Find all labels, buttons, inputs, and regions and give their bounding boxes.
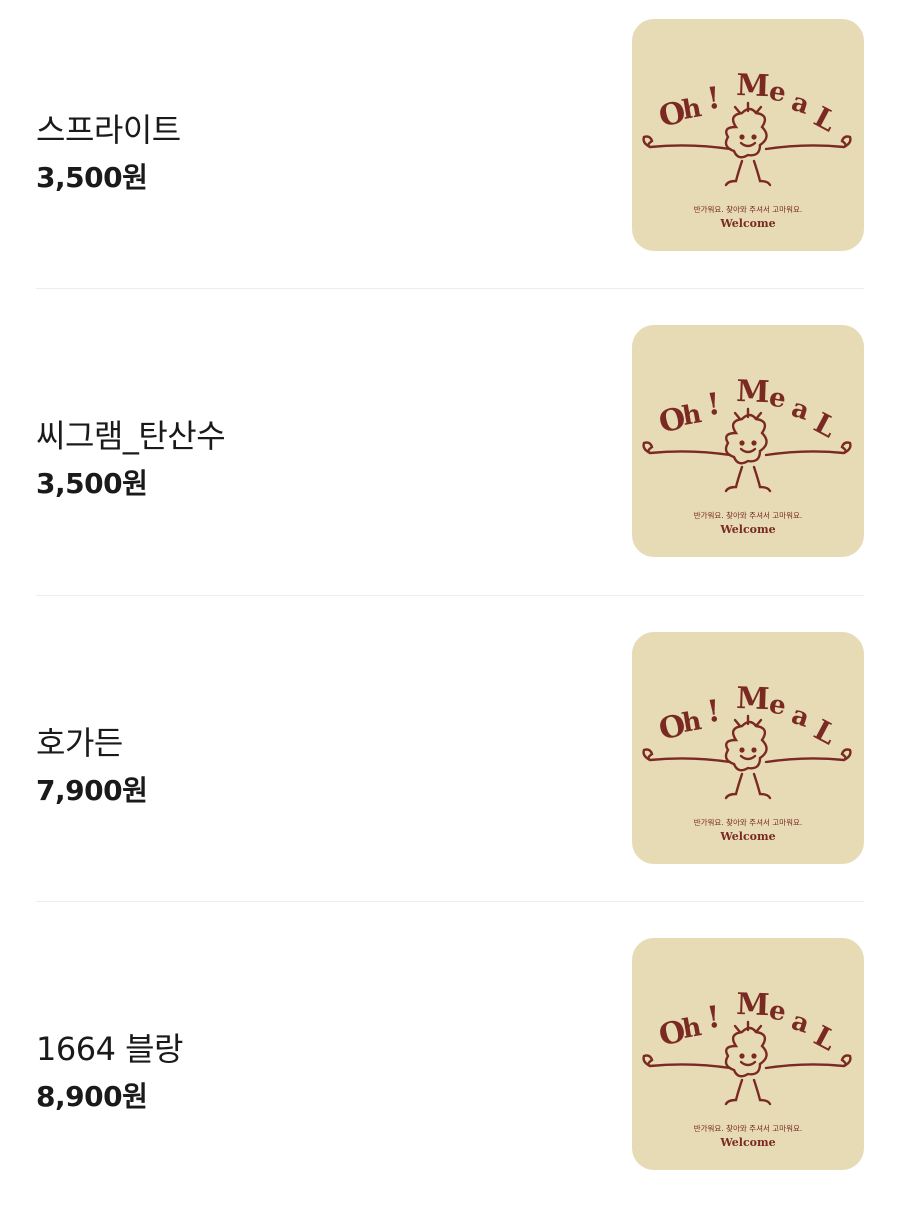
- svg-text:a: a: [788, 1006, 813, 1040]
- oh-meal-logo-image: O h ! M e a L 반가워요. 찾아와 주셔서 고마워요. Welcom…: [642, 681, 852, 843]
- menu-item-name: 1664 블랑: [36, 1030, 184, 1068]
- logo-tagline: 반가워요. 찾아와 주셔서 고마워요.: [694, 510, 803, 520]
- svg-text:a: a: [788, 393, 813, 427]
- svg-text:h: h: [680, 1012, 704, 1045]
- menu-item-price: 8,900원: [36, 1080, 148, 1113]
- svg-text:e: e: [767, 689, 789, 721]
- menu-item-info: 씨그램_탄산수 3,500원: [36, 306, 226, 612]
- oh-meal-logo-image: O h ! M e a L 반가워요. 찾아와 주셔서 고마워요. Welcom…: [642, 987, 852, 1149]
- svg-text:!: !: [705, 694, 722, 730]
- svg-text:M: M: [736, 374, 770, 410]
- oh-meal-logo-image: O h ! M e a L 반가워요. 찾아와 주셔서 고마워요. Welcom…: [642, 68, 852, 230]
- svg-text:e: e: [767, 382, 789, 414]
- svg-text:L: L: [809, 713, 842, 752]
- menu-item-1664-blanc[interactable]: 1664 블랑 8,900원 O h ! M e a L 반가워요. 찾아와 주…: [36, 919, 864, 1225]
- menu-item-sprite[interactable]: 스프라이트 3,500원 O h ! M e a L 반가워요. 찾아와 주셔서…: [36, 0, 864, 306]
- divider: [36, 288, 864, 289]
- svg-text:!: !: [705, 81, 722, 117]
- menu-item-seagram[interactable]: 씨그램_탄산수 3,500원 O h ! M e a L 반가워요. 찾아와 주…: [36, 306, 864, 612]
- menu-item-thumbnail[interactable]: O h ! M e a L 반가워요. 찾아와 주셔서 고마워요. Welcom…: [632, 19, 864, 251]
- svg-text:L: L: [809, 406, 842, 445]
- svg-text:L: L: [809, 100, 842, 139]
- menu-item-name: 호가든: [36, 724, 123, 762]
- svg-text:M: M: [736, 68, 770, 104]
- menu-item-info: 호가든 7,900원: [36, 613, 148, 919]
- svg-text:h: h: [680, 706, 704, 739]
- menu-item-thumbnail[interactable]: O h ! M e a L 반가워요. 찾아와 주셔서 고마워요. Welcom…: [632, 632, 864, 864]
- svg-text:M: M: [736, 987, 770, 1023]
- logo-tagline: 반가워요. 찾아와 주셔서 고마워요.: [694, 204, 803, 214]
- logo-welcome: Welcome: [719, 1136, 775, 1149]
- menu-item-price: 3,500원: [36, 161, 148, 194]
- menu-item-name: 씨그램_탄산수: [36, 417, 226, 455]
- menu-item-price: 3,500원: [36, 467, 148, 500]
- menu-item-thumbnail[interactable]: O h ! M e a L 반가워요. 찾아와 주셔서 고마워요. Welcom…: [632, 938, 864, 1170]
- svg-text:e: e: [767, 995, 789, 1027]
- logo-tagline: 반가워요. 찾아와 주셔서 고마워요.: [694, 817, 803, 827]
- svg-text:L: L: [809, 1019, 842, 1058]
- menu-item-info: 1664 블랑 8,900원: [36, 919, 184, 1225]
- menu-item-info: 스프라이트 3,500원: [36, 0, 181, 306]
- svg-text:!: !: [705, 387, 722, 423]
- svg-text:M: M: [736, 681, 770, 717]
- divider: [36, 901, 864, 902]
- svg-text:h: h: [680, 399, 704, 432]
- menu-item-price: 7,900원: [36, 774, 148, 807]
- menu-item-thumbnail[interactable]: O h ! M e a L 반가워요. 찾아와 주셔서 고마워요. Welcom…: [632, 325, 864, 557]
- divider: [36, 595, 864, 596]
- logo-tagline: 반가워요. 찾아와 주셔서 고마워요.: [694, 1123, 803, 1133]
- logo-welcome: Welcome: [719, 217, 775, 230]
- oh-meal-logo-image: O h ! M e a L 반가워요. 찾아와 주셔서 고마워요. Welcom…: [642, 374, 852, 536]
- logo-welcome: Welcome: [719, 523, 775, 536]
- menu-item-name: 스프라이트: [36, 111, 181, 149]
- svg-text:h: h: [680, 93, 704, 126]
- svg-text:e: e: [767, 76, 789, 108]
- svg-text:!: !: [705, 1000, 722, 1036]
- svg-text:a: a: [788, 87, 813, 121]
- logo-welcome: Welcome: [719, 830, 775, 843]
- svg-text:a: a: [788, 700, 813, 734]
- menu-item-hoegaarden[interactable]: 호가든 7,900원 O h ! M e a L 반가워요. 찾아와 주셔서 고…: [36, 613, 864, 919]
